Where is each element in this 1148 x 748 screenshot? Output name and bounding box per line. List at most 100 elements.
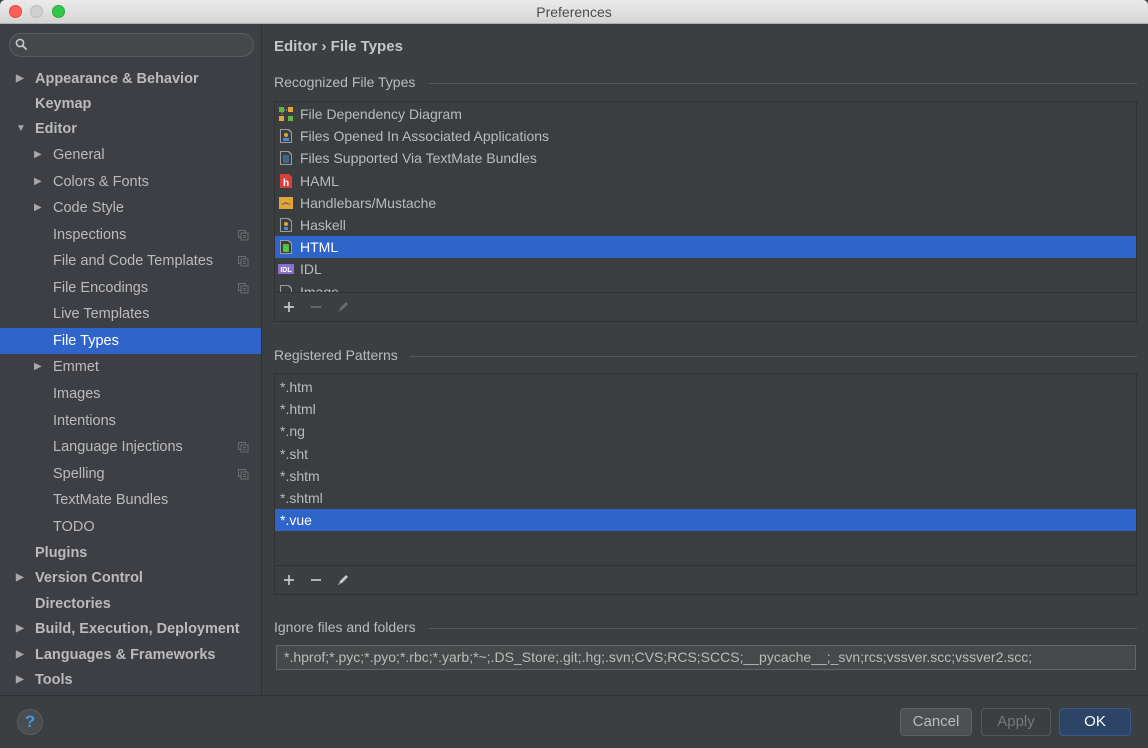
sidebar-item-label: File Encodings <box>53 280 149 296</box>
pattern-list-item[interactable]: *.ng <box>275 420 1136 442</box>
file-type-label: Files Supported Via TextMate Bundles <box>300 150 537 167</box>
sidebar-item-plugins[interactable]: Plugins <box>0 540 261 566</box>
sidebar-item-label: Live Templates <box>53 306 150 322</box>
sidebar-item-keymap[interactable]: Keymap <box>0 91 261 117</box>
sidebar-item-label: Spelling <box>53 466 105 482</box>
collapsed-arrow-icon[interactable]: ▶ <box>34 142 42 168</box>
sidebar-item-code-style[interactable]: ▶ Code Style <box>0 195 261 221</box>
add-pattern-icon[interactable] <box>280 571 298 589</box>
ok-button[interactable]: OK <box>1059 708 1131 736</box>
sidebar-item-file-encodings[interactable]: File Encodings <box>0 275 261 301</box>
sidebar-item-images[interactable]: Images <box>0 381 261 407</box>
file-type-list-item[interactable]: Handlebars/Mustache <box>275 192 1136 214</box>
sidebar-item-label: Keymap <box>35 96 92 112</box>
remove-pattern-icon[interactable] <box>307 571 325 589</box>
sidebar-item-label: Code Style <box>53 200 124 216</box>
file-type-label: Handlebars/Mustache <box>300 194 437 211</box>
sidebar-item-editor[interactable]: ▼ Editor <box>0 116 261 142</box>
pattern-label: *.sht <box>280 445 309 462</box>
title-bar: Preferences <box>0 0 1148 24</box>
sidebar-item-inspections[interactable]: Inspections <box>0 222 261 248</box>
sidebar-item-label: Tools <box>35 672 73 688</box>
file-type-list-item[interactable]: h HTML <box>275 236 1136 259</box>
sidebar-item-live-templates[interactable]: Live Templates <box>0 301 261 327</box>
pattern-label: *.ng <box>280 423 305 440</box>
remove-file-type-icon[interactable] <box>307 298 325 316</box>
section-divider <box>410 356 1137 357</box>
sidebar-item-todo[interactable]: TODO <box>0 514 261 540</box>
collapsed-arrow-icon[interactable]: ▶ <box>34 354 42 380</box>
sidebar-item-label: Images <box>53 386 101 402</box>
pattern-list-item[interactable]: *.shtm <box>275 465 1136 487</box>
file-type-list-item[interactable]: Files Supported Via TextMate Bundles <box>275 147 1136 169</box>
sidebar-item-file-and-code-templates[interactable]: File and Code Templates <box>0 248 261 274</box>
sidebar-item-textmate-bundles[interactable]: TextMate Bundles <box>0 487 261 513</box>
settings-search-input[interactable] <box>9 33 254 57</box>
sidebar-item-label: Version Control <box>35 570 143 586</box>
expanded-arrow-icon[interactable]: ▼ <box>16 116 26 142</box>
patterns-toolbar <box>275 565 1136 594</box>
sidebar-item-general[interactable]: ▶ General <box>0 142 261 168</box>
sidebar-item-appearance-behavior[interactable]: ▶ Appearance & Behavior <box>0 66 261 92</box>
collapsed-arrow-icon[interactable]: ▶ <box>16 66 24 92</box>
file-type-list-item[interactable]: Files Opened In Associated Applications <box>275 125 1136 147</box>
sidebar-item-colors-fonts[interactable]: ▶ Colors & Fonts <box>0 169 261 195</box>
pattern-list-item[interactable]: *.sht <box>275 443 1136 465</box>
sidebar-item-version-control[interactable]: ▶ Version Control <box>0 565 261 591</box>
project-level-icon <box>238 442 249 453</box>
textmate-file-icon <box>280 151 292 166</box>
project-level-icon <box>238 230 249 241</box>
registered-patterns-title: Registered Patterns <box>274 347 398 363</box>
sidebar-item-label: Build, Execution, Deployment <box>35 621 240 637</box>
sidebar-item-label: File and Code Templates <box>53 253 214 269</box>
sidebar-item-label: Directories <box>35 596 111 612</box>
file-type-label: Haskell <box>300 217 346 233</box>
sidebar-item-languages-frameworks[interactable]: ▶ Languages & Frameworks <box>0 642 261 668</box>
apply-button[interactable]: Apply <box>981 708 1051 736</box>
file-type-list-item[interactable]: Haskell <box>275 214 1136 236</box>
sidebar-item-label: TODO <box>53 519 95 535</box>
file-type-list-item[interactable]: h HAML <box>275 170 1136 192</box>
project-level-icon <box>238 469 249 480</box>
collapsed-arrow-icon[interactable]: ▶ <box>34 195 42 221</box>
sidebar-item-directories[interactable]: Directories <box>0 591 261 617</box>
svg-text:h: h <box>284 246 288 253</box>
breadcrumb: Editor › File Types <box>274 38 403 55</box>
sidebar-item-label: Plugins <box>35 545 88 561</box>
window-title: Preferences <box>536 4 612 20</box>
file-type-list-item[interactable]: IDL IDL <box>275 258 1136 280</box>
sidebar-item-build-execution-deployment[interactable]: ▶ Build, Execution, Deployment <box>0 616 261 642</box>
file-type-label: File Dependency Diagram <box>300 106 462 122</box>
pattern-list-item[interactable]: *.htm <box>275 376 1136 398</box>
pattern-list-item[interactable]: *.html <box>275 398 1136 420</box>
add-file-type-icon[interactable] <box>280 298 298 316</box>
search-icon <box>15 38 27 50</box>
sidebar-item-spelling[interactable]: Spelling <box>0 461 261 487</box>
project-level-icon <box>238 283 249 294</box>
sidebar-item-label: Intentions <box>53 413 116 429</box>
collapsed-arrow-icon[interactable]: ▶ <box>16 616 24 642</box>
edit-pattern-icon[interactable] <box>334 571 352 589</box>
help-button[interactable]: ? <box>17 709 43 735</box>
pattern-label: *.shtml <box>280 490 323 506</box>
registered-patterns-list[interactable]: *.htm *.html *.ng *.sht *.shtm *.shtml *.vue <box>274 373 1137 595</box>
collapsed-arrow-icon[interactable]: ▶ <box>16 667 24 693</box>
ignore-files-input[interactable]: *.hprof;*.pyc;*.pyo;*.rbc;*.yarb;*~;.DS_… <box>276 645 1136 670</box>
pattern-label: *.html <box>280 401 316 418</box>
file-type-list-item[interactable]: File Dependency Diagram <box>275 103 1136 125</box>
collapsed-arrow-icon[interactable]: ▶ <box>16 642 24 668</box>
pattern-list-item[interactable]: *.shtml <box>275 487 1136 509</box>
sidebar-item-language-injections[interactable]: Language Injections <box>0 434 261 460</box>
sidebar-item-intentions[interactable]: Intentions <box>0 408 261 434</box>
collapsed-arrow-icon[interactable]: ▶ <box>16 565 24 591</box>
pattern-list-item[interactable]: *.vue <box>275 509 1136 532</box>
recognized-file-types-list[interactable]: File Dependency Diagram Files Opened In A… <box>274 101 1137 322</box>
sidebar-item-emmet[interactable]: ▶ Emmet <box>0 354 261 380</box>
sidebar-item-tools[interactable]: ▶ Tools <box>0 667 261 693</box>
sidebar-item-file-types[interactable]: File Types <box>0 328 261 354</box>
collapsed-arrow-icon[interactable]: ▶ <box>34 169 42 195</box>
edit-file-type-icon[interactable] <box>334 298 352 316</box>
idl-icon: IDL <box>278 264 294 275</box>
recognized-file-types-title: Recognized File Types <box>274 74 416 90</box>
cancel-button[interactable]: Cancel <box>900 708 972 736</box>
